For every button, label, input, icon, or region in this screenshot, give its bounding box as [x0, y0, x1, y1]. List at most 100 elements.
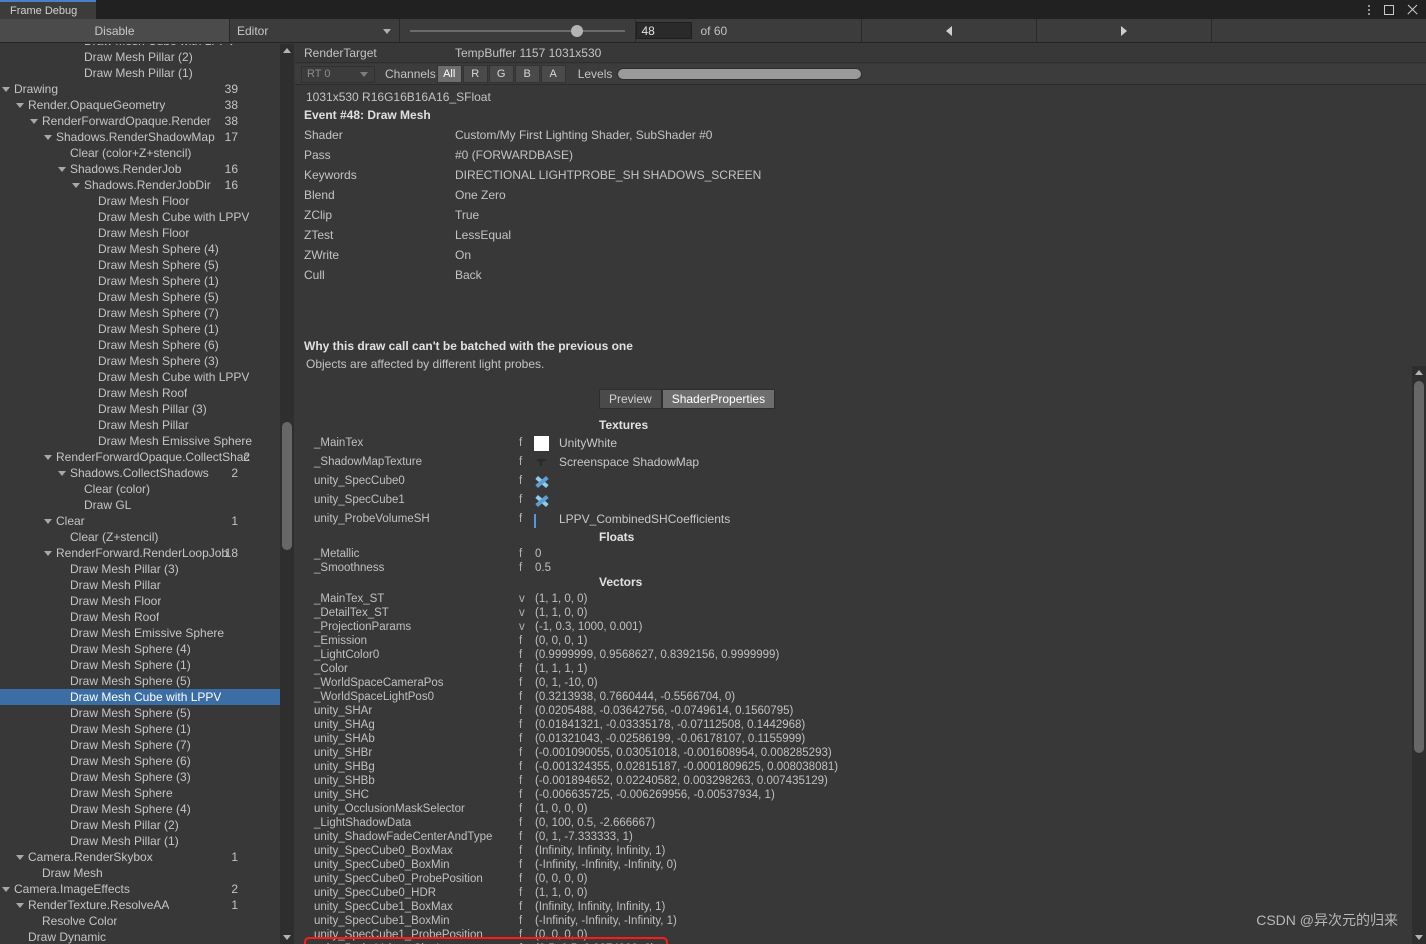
event-tree-row[interactable]: Draw Mesh Sphere (6)	[0, 337, 280, 353]
tab-preview[interactable]: Preview	[599, 389, 662, 409]
event-tree-row[interactable]: Draw Mesh Sphere (7)	[0, 737, 280, 753]
event-tree-row[interactable]: Draw Mesh Sphere (5)	[0, 289, 280, 305]
event-tree-row[interactable]: Draw GL	[0, 497, 280, 513]
event-tree-row[interactable]: Draw Mesh Floor	[0, 193, 280, 209]
levels-slider[interactable]	[617, 68, 863, 80]
tree-disclosure-triangle-icon[interactable]	[58, 167, 66, 172]
event-tree-row[interactable]: Clear (color+Z+stencil)	[0, 145, 280, 161]
event-tree-row[interactable]: Draw Mesh Pillar	[0, 577, 280, 593]
event-tree-row[interactable]: Render.OpaqueGeometry 38	[0, 97, 280, 113]
event-tree-row[interactable]: Draw Mesh Roof	[0, 385, 280, 401]
event-tree-row[interactable]: Draw Dynamic	[0, 929, 280, 944]
event-tree-row[interactable]: Draw Mesh Emissive Sphere	[0, 625, 280, 641]
event-tree-row[interactable]: Clear 1	[0, 513, 280, 529]
prev-event-button[interactable]	[861, 19, 1037, 42]
scroll-up-icon[interactable]	[280, 44, 294, 57]
event-tree-row[interactable]: Draw Mesh Sphere (6)	[0, 753, 280, 769]
event-tree-row[interactable]: Draw Mesh Sphere (1)	[0, 273, 280, 289]
event-tree-row[interactable]: Draw Mesh Sphere (7)	[0, 305, 280, 321]
event-tree-row[interactable]: Draw Mesh Cube with LPPV	[0, 209, 280, 225]
event-tree-row[interactable]: Draw Mesh Pillar (3)	[0, 561, 280, 577]
event-tree-row[interactable]: Draw Mesh Sphere (1)	[0, 321, 280, 337]
scrollbar-thumb[interactable]	[282, 422, 292, 550]
event-tree-row[interactable]: Draw Mesh Sphere	[0, 785, 280, 801]
tab-frame-debug[interactable]: Frame Debug	[0, 0, 96, 19]
scroll-down-icon[interactable]	[280, 931, 294, 944]
event-tree-row[interactable]: Draw Mesh Cube with LPPV	[0, 369, 280, 385]
white-swatch[interactable]	[534, 436, 549, 451]
channel-button-g[interactable]: G	[488, 65, 514, 83]
event-tree-row[interactable]: Clear (Z+stencil)	[0, 529, 280, 545]
event-tree-row[interactable]: Draw Mesh Roof	[0, 609, 280, 625]
event-tree-row[interactable]: Draw Mesh Sphere (3)	[0, 769, 280, 785]
event-index-input[interactable]: 48	[635, 22, 692, 39]
event-tree-row[interactable]: RenderTexture.ResolveAA 1	[0, 897, 280, 913]
event-tree-row[interactable]: Shadows.CollectShadows 2	[0, 465, 280, 481]
detail-scroll-up-icon[interactable]	[1412, 366, 1426, 379]
channel-button-all[interactable]: All	[436, 65, 462, 83]
event-tree-row[interactable]: Draw Mesh Sphere (5)	[0, 257, 280, 273]
event-tree-row[interactable]: Draw Mesh Sphere (1)	[0, 721, 280, 737]
event-tree-row[interactable]: Camera.ImageEffects 2	[0, 881, 280, 897]
tree-disclosure-triangle-icon[interactable]	[2, 887, 10, 892]
detail-scrollbar-thumb[interactable]	[1414, 381, 1424, 753]
event-tree-row[interactable]: Draw Mesh Sphere (1)	[0, 657, 280, 673]
maximize-icon[interactable]	[1384, 3, 1397, 16]
event-tree-row[interactable]: Draw Mesh Sphere (3)	[0, 353, 280, 369]
event-slider[interactable]	[400, 19, 636, 42]
tree-disclosure-triangle-icon[interactable]	[30, 119, 38, 124]
tree-disclosure-triangle-icon[interactable]	[44, 551, 52, 556]
channel-button-a[interactable]: A	[540, 65, 566, 83]
event-tree-row[interactable]: Draw Mesh Emissive Sphere	[0, 433, 280, 449]
overflow-menu-icon[interactable]	[1362, 3, 1375, 16]
event-tree-scrollbar[interactable]	[280, 44, 294, 944]
target-dropdown[interactable]: Editor	[230, 19, 400, 42]
tree-disclosure-triangle-icon[interactable]	[44, 135, 52, 140]
event-slider-track[interactable]	[410, 24, 625, 37]
tree-disclosure-triangle-icon[interactable]	[16, 855, 24, 860]
event-tree-row[interactable]: Draw Mesh Pillar (3)	[0, 401, 280, 417]
event-tree-row[interactable]: Draw Mesh Floor	[0, 225, 280, 241]
event-tree-row[interactable]: Clear (color)	[0, 481, 280, 497]
event-tree-row[interactable]: RenderForward.RenderLoopJob 18	[0, 545, 280, 561]
tree-disclosure-triangle-icon[interactable]	[44, 455, 52, 460]
event-slider-knob[interactable]	[571, 24, 584, 37]
tree-disclosure-triangle-icon[interactable]	[2, 87, 10, 92]
event-tree-row[interactable]: Draw Mesh Sphere (4)	[0, 801, 280, 817]
event-tree-row[interactable]: RenderForwardOpaque.Render 38	[0, 113, 280, 129]
event-tree-panel[interactable]: Draw Mesh Cube with LPPV Draw Mesh Pillar…	[0, 44, 294, 944]
event-tree-row[interactable]: Draw Mesh Pillar (2)	[0, 817, 280, 833]
tree-disclosure-triangle-icon[interactable]	[72, 183, 80, 188]
event-tree-row[interactable]: Draw Mesh Pillar (1)	[0, 833, 280, 849]
tree-disclosure-triangle-icon[interactable]	[58, 471, 66, 476]
detail-scroll-down-icon[interactable]	[1412, 931, 1426, 944]
tree-disclosure-triangle-icon[interactable]	[16, 103, 24, 108]
tree-disclosure-triangle-icon[interactable]	[44, 519, 52, 524]
event-tree-row-selected[interactable]: Draw Mesh Cube with LPPV	[0, 689, 280, 705]
disable-button[interactable]: Disable	[0, 19, 230, 42]
event-tree-row[interactable]: Draw Mesh	[0, 865, 280, 881]
event-tree-row[interactable]: Draw Mesh Pillar (2)	[0, 49, 280, 65]
event-tree-row[interactable]: Draw Mesh Sphere (4)	[0, 641, 280, 657]
tree-disclosure-triangle-icon[interactable]	[16, 903, 24, 908]
lppv-swatch[interactable]	[534, 514, 536, 528]
event-tree-row[interactable]: Resolve Color	[0, 913, 280, 929]
event-tree-row[interactable]: RenderForwardOpaque.CollectShac 2	[0, 449, 280, 465]
event-tree-row[interactable]: Drawing 39	[0, 81, 280, 97]
next-event-button[interactable]	[1036, 19, 1212, 42]
event-tree-row[interactable]: Draw Mesh Sphere (5)	[0, 705, 280, 721]
channel-button-b[interactable]: B	[514, 65, 540, 83]
event-tree-row[interactable]: Draw Mesh Floor	[0, 593, 280, 609]
channel-button-r[interactable]: R	[462, 65, 488, 83]
event-tree-row[interactable]: Shadows.RenderJobDir 16	[0, 177, 280, 193]
event-tree-row[interactable]: Draw Mesh Pillar (1)	[0, 65, 280, 81]
event-tree-row[interactable]: Draw Mesh Sphere (5)	[0, 673, 280, 689]
tab-shader-properties[interactable]: ShaderProperties	[661, 389, 776, 409]
close-icon[interactable]	[1406, 3, 1419, 16]
event-tree-row[interactable]: Shadows.RenderJob 16	[0, 161, 280, 177]
rt-select-dropdown[interactable]: RT 0	[301, 65, 375, 83]
event-tree-row[interactable]: Draw Mesh Pillar	[0, 417, 280, 433]
event-tree-row[interactable]: Draw Mesh Sphere (4)	[0, 241, 280, 257]
event-tree-row[interactable]: Shadows.RenderShadowMap 17	[0, 129, 280, 145]
detail-scrollbar[interactable]	[1412, 366, 1426, 944]
